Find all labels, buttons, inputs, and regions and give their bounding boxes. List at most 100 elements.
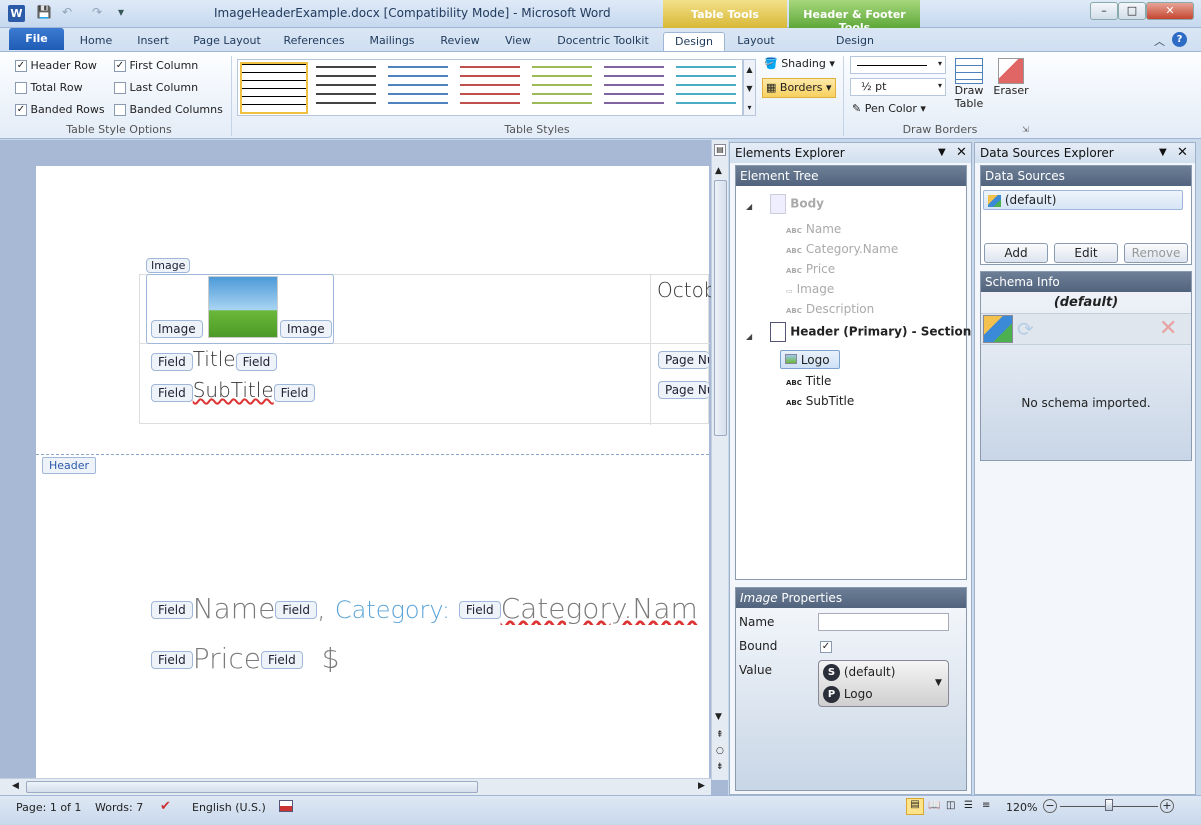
- zoom-out-icon[interactable]: −: [1043, 799, 1057, 813]
- data-source-item[interactable]: (default): [983, 190, 1183, 210]
- pen-color-button[interactable]: ✎ Pen Color ▾: [852, 102, 926, 115]
- borders-button[interactable]: ▦ Borders ▾: [762, 78, 836, 98]
- language-indicator[interactable]: English (U.S.): [192, 801, 266, 814]
- web-layout-icon[interactable]: ◫: [946, 800, 955, 811]
- ruler-toggle-icon[interactable]: ▤: [714, 144, 726, 156]
- tree-node-body-child[interactable]: ABC Name: [786, 222, 841, 236]
- banded-rows-option[interactable]: ✓ Banded Rows: [15, 103, 105, 116]
- table-style-red[interactable]: [460, 66, 520, 110]
- edit-button[interactable]: Edit: [1054, 243, 1118, 263]
- tree-node-body-child[interactable]: ABC Description: [786, 302, 874, 316]
- image-open-tag[interactable]: Image: [151, 320, 203, 338]
- customize-qat-icon[interactable]: ▾: [112, 5, 130, 23]
- tab-docentric-toolkit[interactable]: Docentric Toolkit: [552, 32, 654, 51]
- field-open-tag[interactable]: Field: [151, 384, 193, 402]
- first-column-option[interactable]: ✓ First Column: [114, 59, 198, 72]
- table-style-aqua[interactable]: [676, 66, 736, 110]
- pane-menu-icon[interactable]: ▼: [938, 147, 946, 158]
- total-row-checkbox[interactable]: [15, 82, 27, 94]
- pane-close-icon[interactable]: ✕: [1177, 145, 1188, 160]
- field-open-tag[interactable]: Field: [151, 651, 193, 669]
- prop-name-input[interactable]: [818, 613, 949, 631]
- table-style-blue[interactable]: [388, 66, 448, 110]
- pane-close-icon[interactable]: ✕: [956, 145, 967, 160]
- add-button[interactable]: Add: [984, 243, 1048, 263]
- header-row-option[interactable]: ✓ Header Row: [15, 59, 97, 72]
- eraser-button[interactable]: Eraser: [993, 58, 1029, 97]
- page-count[interactable]: Page: 1 of 1: [16, 801, 81, 814]
- word-count[interactable]: Words: 7: [95, 801, 143, 814]
- header-tag[interactable]: Header: [42, 457, 97, 474]
- table-style-green[interactable]: [532, 66, 592, 110]
- line-style-select[interactable]: ▾: [850, 56, 946, 74]
- gallery-scroll[interactable]: ▲ ▼ ▾: [743, 59, 756, 116]
- shading-button[interactable]: 🪣 Shading ▾: [764, 57, 835, 70]
- page-number-field[interactable]: Page Nu: [658, 381, 709, 399]
- tree-node-body-child[interactable]: ABC Category.Name: [786, 242, 898, 256]
- title-field[interactable]: Field Title Field: [151, 347, 278, 371]
- table-style-purple[interactable]: [604, 66, 664, 110]
- tab-view[interactable]: View: [500, 32, 536, 51]
- line-weight-select[interactable]: ½ pt ▾: [850, 78, 946, 96]
- image-content-control-tag[interactable]: Image: [146, 258, 191, 273]
- first-column-checkbox[interactable]: ✓: [114, 60, 126, 72]
- print-layout-view-icon[interactable]: ▤: [906, 798, 924, 815]
- field-close-tag[interactable]: Field: [273, 384, 316, 402]
- zoom-slider-thumb[interactable]: [1105, 799, 1113, 811]
- dropdown-arrow-icon[interactable]: ▼: [935, 678, 942, 688]
- logo-image[interactable]: [208, 276, 278, 338]
- field-close-tag[interactable]: Field: [235, 353, 278, 371]
- refresh-schema-icon[interactable]: ⟳: [1017, 317, 1034, 341]
- banded-columns-checkbox[interactable]: [114, 104, 126, 116]
- last-column-option[interactable]: Last Column: [114, 81, 198, 94]
- draw-borders-dialog-launcher-icon[interactable]: ⇲: [1022, 125, 1029, 134]
- outline-view-icon[interactable]: ☰: [964, 800, 973, 811]
- subtitle-field[interactable]: Field SubTitle Field: [151, 378, 316, 402]
- redo-icon[interactable]: ↷: [88, 5, 106, 23]
- remove-button[interactable]: Remove: [1124, 243, 1188, 263]
- tab-page-layout[interactable]: Page Layout: [190, 32, 264, 51]
- zoom-in-icon[interactable]: +: [1160, 799, 1174, 813]
- full-screen-reading-icon[interactable]: 📖: [928, 800, 940, 811]
- close-button[interactable]: ✕: [1146, 2, 1194, 20]
- table-style-grid[interactable]: [240, 62, 308, 114]
- draft-view-icon[interactable]: ≡: [982, 800, 990, 811]
- field-open-tag[interactable]: Field: [458, 601, 501, 619]
- last-column-checkbox[interactable]: [114, 82, 126, 94]
- pane-menu-icon[interactable]: ▼: [1159, 147, 1167, 158]
- scroll-left-icon[interactable]: ◀: [12, 781, 19, 791]
- banded-rows-checkbox[interactable]: ✓: [15, 104, 27, 116]
- minimize-button[interactable]: –: [1090, 2, 1118, 20]
- scroll-down-icon[interactable]: ▼: [715, 712, 722, 722]
- tree-node-body[interactable]: Body: [770, 194, 824, 214]
- minimize-ribbon-icon[interactable]: ︿: [1154, 33, 1165, 49]
- vertical-scrollbar[interactable]: ▤ ▲ ▼ ⇞ ○ ⇟: [711, 140, 728, 780]
- header-row-checkbox[interactable]: ✓: [15, 60, 27, 72]
- page-number-field[interactable]: Page Nu: [658, 351, 709, 369]
- tab-mailings[interactable]: Mailings: [364, 32, 420, 51]
- prop-bound-checkbox[interactable]: ✓: [820, 641, 832, 653]
- import-schema-icon[interactable]: [983, 315, 1013, 343]
- browse-object-icon[interactable]: ○: [716, 746, 724, 756]
- maximize-button[interactable]: □: [1118, 2, 1146, 20]
- help-icon[interactable]: ?: [1172, 32, 1187, 47]
- delete-schema-icon[interactable]: ✕: [1159, 316, 1177, 341]
- word-app-icon[interactable]: W: [8, 5, 25, 22]
- scroll-thumb[interactable]: [714, 180, 727, 436]
- tree-node-title[interactable]: ABC Title: [786, 374, 831, 388]
- field-close-tag[interactable]: Field: [261, 651, 303, 669]
- tree-node-body-child[interactable]: ABC Price: [786, 262, 835, 276]
- horizontal-scrollbar[interactable]: ◀ ▶: [0, 778, 711, 795]
- macro-record-icon[interactable]: [279, 800, 293, 812]
- banded-columns-option[interactable]: Banded Columns: [114, 103, 223, 116]
- field-open-tag[interactable]: Field: [151, 601, 193, 619]
- draw-table-button[interactable]: Draw Table: [952, 58, 986, 110]
- tree-node-body-child[interactable]: ▭ Image: [786, 282, 834, 296]
- field-close-tag[interactable]: Field: [275, 601, 318, 619]
- save-icon[interactable]: 💾: [35, 5, 53, 23]
- table-style-plain[interactable]: [316, 66, 376, 110]
- field-open-tag[interactable]: Field: [151, 353, 193, 371]
- tree-expander-icon[interactable]: ◢: [746, 332, 752, 341]
- file-tab[interactable]: File: [9, 28, 64, 50]
- tree-node-subtitle[interactable]: ABC SubTitle: [786, 394, 854, 408]
